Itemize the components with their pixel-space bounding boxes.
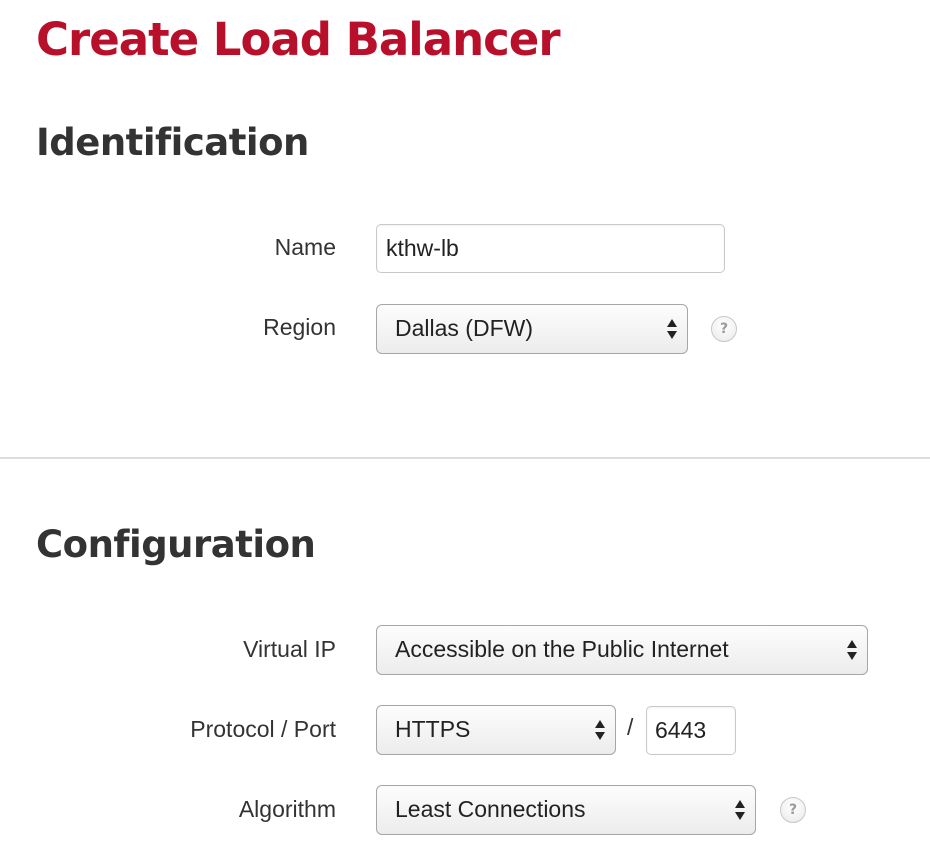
region-select[interactable]: Dallas (DFW) (376, 304, 688, 354)
virtual-ip-row: Virtual IP Accessible on the Public Inte… (0, 624, 930, 675)
region-select-value: Dallas (DFW) (395, 315, 533, 341)
up-down-arrows-icon (667, 319, 677, 339)
virtual-ip-select-value: Accessible on the Public Internet (395, 636, 729, 662)
region-help-icon[interactable]: ? (711, 316, 737, 342)
name-input[interactable]: kthw-lb (376, 224, 725, 273)
name-row: Name kthw-lb (0, 222, 930, 273)
up-down-arrows-icon (595, 720, 605, 740)
section-divider (0, 457, 930, 459)
algorithm-label: Algorithm (238, 796, 336, 822)
up-down-arrows-icon (847, 640, 857, 660)
configuration-heading: Configuration (36, 523, 316, 566)
protocol-port-row: Protocol / Port HTTPS / 6443 (0, 704, 930, 755)
algorithm-row: Algorithm Least Connections ? (0, 784, 930, 835)
algorithm-select[interactable]: Least Connections (376, 785, 756, 835)
protocol-port-label: Protocol / Port (190, 716, 336, 742)
virtual-ip-label: Virtual IP (243, 636, 336, 662)
protocol-select[interactable]: HTTPS (376, 705, 616, 755)
algorithm-help-icon[interactable]: ? (780, 797, 806, 823)
algorithm-select-value: Least Connections (395, 796, 586, 822)
region-label: Region (263, 314, 336, 340)
up-down-arrows-icon (735, 800, 745, 820)
protocol-select-value: HTTPS (395, 716, 471, 742)
virtual-ip-select[interactable]: Accessible on the Public Internet (376, 625, 868, 675)
port-input[interactable]: 6443 (646, 706, 736, 755)
name-label: Name (274, 234, 336, 260)
region-row: Region Dallas (DFW) ? (0, 302, 930, 354)
protocol-port-separator: / (627, 714, 634, 740)
page-title: Create Load Balancer (36, 13, 561, 66)
identification-heading: Identification (36, 121, 309, 164)
